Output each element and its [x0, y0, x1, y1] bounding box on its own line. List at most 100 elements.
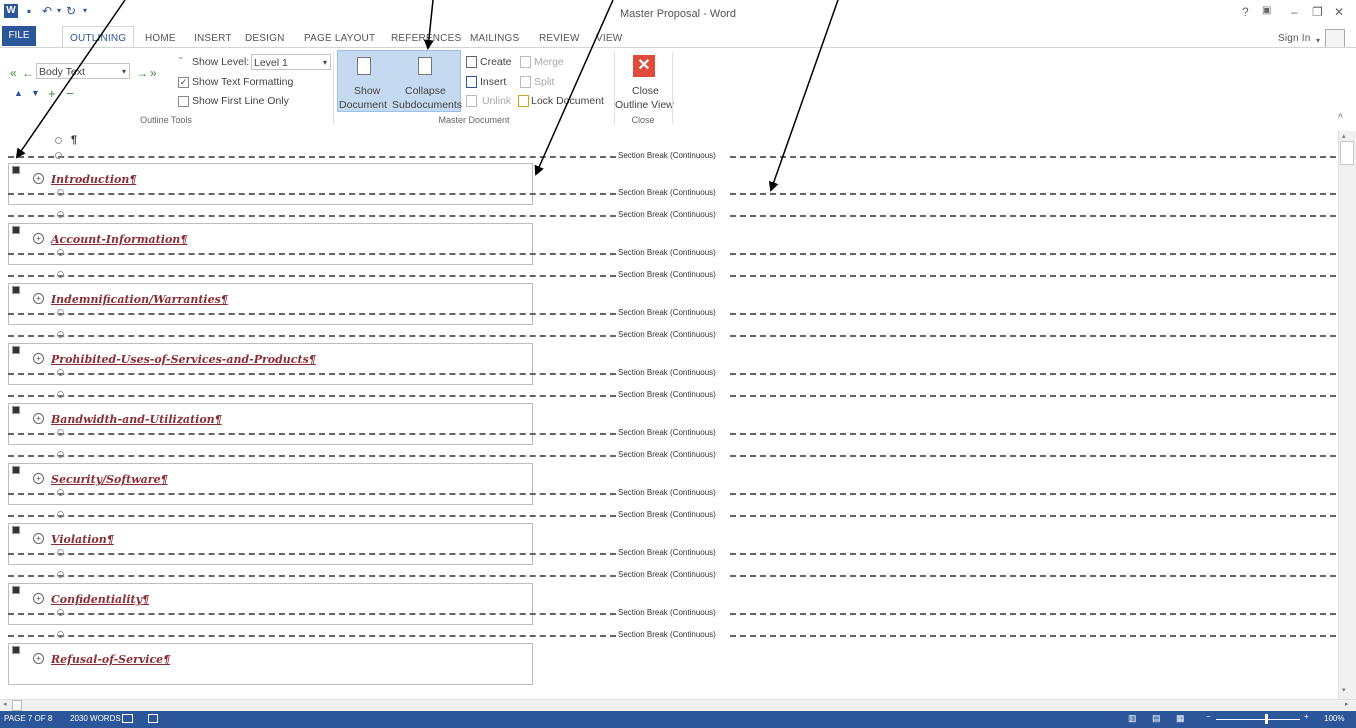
tab-view[interactable]: VIEW	[596, 33, 622, 44]
show-text-formatting-checkbox[interactable]: ✓	[178, 77, 189, 88]
collapse-icon[interactable]: −	[66, 86, 74, 101]
subdocument-heading[interactable]: Account-Information¶	[51, 233, 187, 246]
merge-button[interactable]: Merge	[534, 56, 564, 68]
tab-review[interactable]: REVIEW	[539, 33, 580, 44]
subdocument-icon[interactable]	[12, 346, 20, 354]
subdocument-icon[interactable]	[12, 406, 20, 414]
redo-icon[interactable]: ↻	[64, 4, 78, 18]
tab-mailings[interactable]: MAILINGS	[470, 33, 519, 44]
demote-to-body-icon[interactable]: »	[150, 66, 157, 80]
show-level-dropdown[interactable]: Level 1 ▾	[251, 54, 331, 70]
macro-icon[interactable]	[148, 714, 158, 723]
create-button[interactable]: Create	[480, 56, 512, 68]
document-area[interactable]: ¶ Section Break (Continuous) + Introductio…	[0, 131, 1338, 699]
web-layout-icon[interactable]: ▦	[1176, 713, 1185, 724]
word-count[interactable]: 2030 WORDS	[70, 714, 121, 723]
tab-file[interactable]: FILE	[2, 26, 36, 46]
scroll-up-icon[interactable]: ▴	[1342, 132, 1346, 140]
show-document-button[interactable]: Document	[339, 99, 387, 111]
subdocument-heading[interactable]: Security/Software¶	[51, 473, 168, 486]
tab-page-layout[interactable]: PAGE LAYOUT	[304, 33, 375, 44]
collapse-subdocuments-button[interactable]: Subdocuments	[392, 99, 462, 111]
expand-outline-icon[interactable]: +	[33, 293, 44, 304]
horizontal-scroll-thumb[interactable]	[12, 700, 22, 711]
outline-level-dropdown[interactable]: Body Text ▾	[36, 63, 130, 79]
expand-outline-icon[interactable]: +	[33, 173, 44, 184]
subdocument-heading[interactable]: Refusal-of-Service¶	[51, 653, 170, 666]
tab-design[interactable]: DESIGN	[245, 33, 285, 44]
tab-insert[interactable]: INSERT	[194, 33, 232, 44]
tab-home[interactable]: HOME	[145, 33, 176, 44]
expand-outline-icon[interactable]: +	[33, 233, 44, 244]
close-outline-view-icon[interactable]: ✕	[633, 55, 655, 77]
lock-document-button[interactable]: Lock Document	[531, 95, 604, 107]
show-document-label-1: Show	[354, 85, 381, 97]
subdocument-icon[interactable]	[12, 166, 20, 174]
outline-bullet-icon	[57, 189, 64, 196]
subdocument-icon[interactable]	[12, 226, 20, 234]
subdocument-heading[interactable]: Confidentiality¶	[51, 593, 149, 606]
section-break-line	[8, 515, 616, 517]
subdocument-heading[interactable]: Indemnification/Warranties¶	[51, 293, 228, 306]
demote-icon[interactable]: →	[136, 66, 148, 80]
subdocument-icon[interactable]	[12, 586, 20, 594]
promote-icon[interactable]: ←	[22, 66, 34, 80]
print-layout-icon[interactable]: ▤	[1152, 713, 1161, 724]
close-window-button[interactable]: ✕	[1334, 5, 1344, 19]
expand-outline-icon[interactable]: +	[33, 653, 44, 664]
zoom-out-icon[interactable]: −	[1206, 712, 1211, 721]
paragraph-mark: ¶	[71, 134, 78, 146]
expand-outline-icon[interactable]: +	[33, 353, 44, 364]
subdocument-icon[interactable]	[12, 286, 20, 294]
zoom-slider-handle[interactable]	[1265, 714, 1268, 724]
save-icon[interactable]: ▪	[22, 4, 36, 18]
expand-icon[interactable]: +	[48, 86, 56, 101]
section-break-label: Section Break (Continuous)	[617, 248, 717, 257]
customize-qat-icon[interactable]: ▾	[78, 4, 92, 18]
subdocument-icon[interactable]	[12, 526, 20, 534]
subdocument-icon[interactable]	[12, 466, 20, 474]
zoom-slider[interactable]	[1216, 719, 1300, 720]
scroll-right-icon[interactable]: ▸	[1345, 700, 1349, 708]
sign-in-link[interactable]: Sign In	[1278, 33, 1311, 44]
promote-to-heading1-icon[interactable]: «	[10, 66, 17, 80]
zoom-level[interactable]: 100%	[1324, 714, 1344, 723]
subdocument-icon[interactable]	[12, 646, 20, 654]
close-outline-view-button[interactable]: Outline View	[615, 99, 674, 111]
page-count[interactable]: PAGE 7 OF 8	[4, 714, 52, 723]
insert-button[interactable]: Insert	[480, 76, 506, 88]
scroll-left-icon[interactable]: ◂	[3, 700, 7, 708]
tab-references[interactable]: REFERENCES	[391, 33, 461, 44]
expand-outline-icon[interactable]: +	[33, 473, 44, 484]
restore-button[interactable]: ❐	[1312, 5, 1323, 19]
proofing-icon[interactable]	[122, 714, 133, 723]
ribbon-display-options-button[interactable]: ▣	[1262, 5, 1271, 16]
expand-outline-icon[interactable]: +	[33, 533, 44, 544]
read-mode-icon[interactable]: ▥	[1128, 713, 1137, 724]
split-button[interactable]: Split	[534, 76, 554, 88]
section-break-line	[8, 215, 616, 217]
move-down-icon[interactable]: ▼	[31, 88, 40, 98]
avatar[interactable]	[1325, 29, 1345, 49]
help-button[interactable]: ?	[1242, 5, 1249, 19]
section-break-line	[8, 493, 616, 495]
move-up-icon[interactable]: ▲	[14, 88, 23, 98]
unlink-button[interactable]: Unlink	[482, 95, 511, 107]
subdocument-heading[interactable]: Introduction¶	[51, 173, 136, 186]
subdocument-heading[interactable]: Prohibited-Uses-of-Services-and-Products…	[51, 353, 316, 366]
outline-bullet-icon	[57, 391, 64, 398]
subdocument-heading[interactable]: Violation¶	[51, 533, 114, 546]
vertical-scrollbar[interactable]	[1338, 131, 1356, 699]
vertical-scroll-thumb[interactable]	[1340, 141, 1354, 165]
minimize-button[interactable]: –	[1291, 5, 1298, 19]
expand-outline-icon[interactable]: +	[33, 413, 44, 424]
show-first-line-only-checkbox[interactable]	[178, 96, 189, 107]
expand-outline-icon[interactable]: +	[33, 593, 44, 604]
tab-outlining[interactable]: OUTLINING	[70, 33, 126, 44]
outline-bullet-icon	[57, 609, 64, 616]
subdocument-heading[interactable]: Bandwidth-and-Utilization¶	[51, 413, 222, 426]
scroll-down-icon[interactable]: ▾	[1342, 686, 1346, 694]
collapse-ribbon-icon[interactable]: ^	[1338, 113, 1343, 124]
sign-in-chevron-icon[interactable]: ▾	[1316, 36, 1320, 45]
zoom-in-icon[interactable]: +	[1304, 712, 1309, 721]
